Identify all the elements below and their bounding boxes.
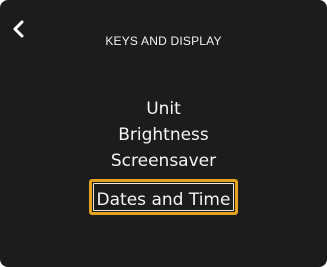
settings-menu: Unit Brightness Screensaver Dates and Ti… — [0, 96, 327, 215]
menu-item-brightness[interactable]: Brightness — [118, 122, 209, 148]
menu-item-dates-and-time[interactable]: Dates and Time — [88, 179, 239, 215]
page-title: KEYS AND DISPLAY — [105, 34, 222, 48]
menu-item-screensaver[interactable]: Screensaver — [111, 148, 216, 174]
display-screen: KEYS AND DISPLAY Unit Brightness Screens… — [0, 0, 327, 267]
menu-item-unit[interactable]: Unit — [146, 96, 181, 122]
